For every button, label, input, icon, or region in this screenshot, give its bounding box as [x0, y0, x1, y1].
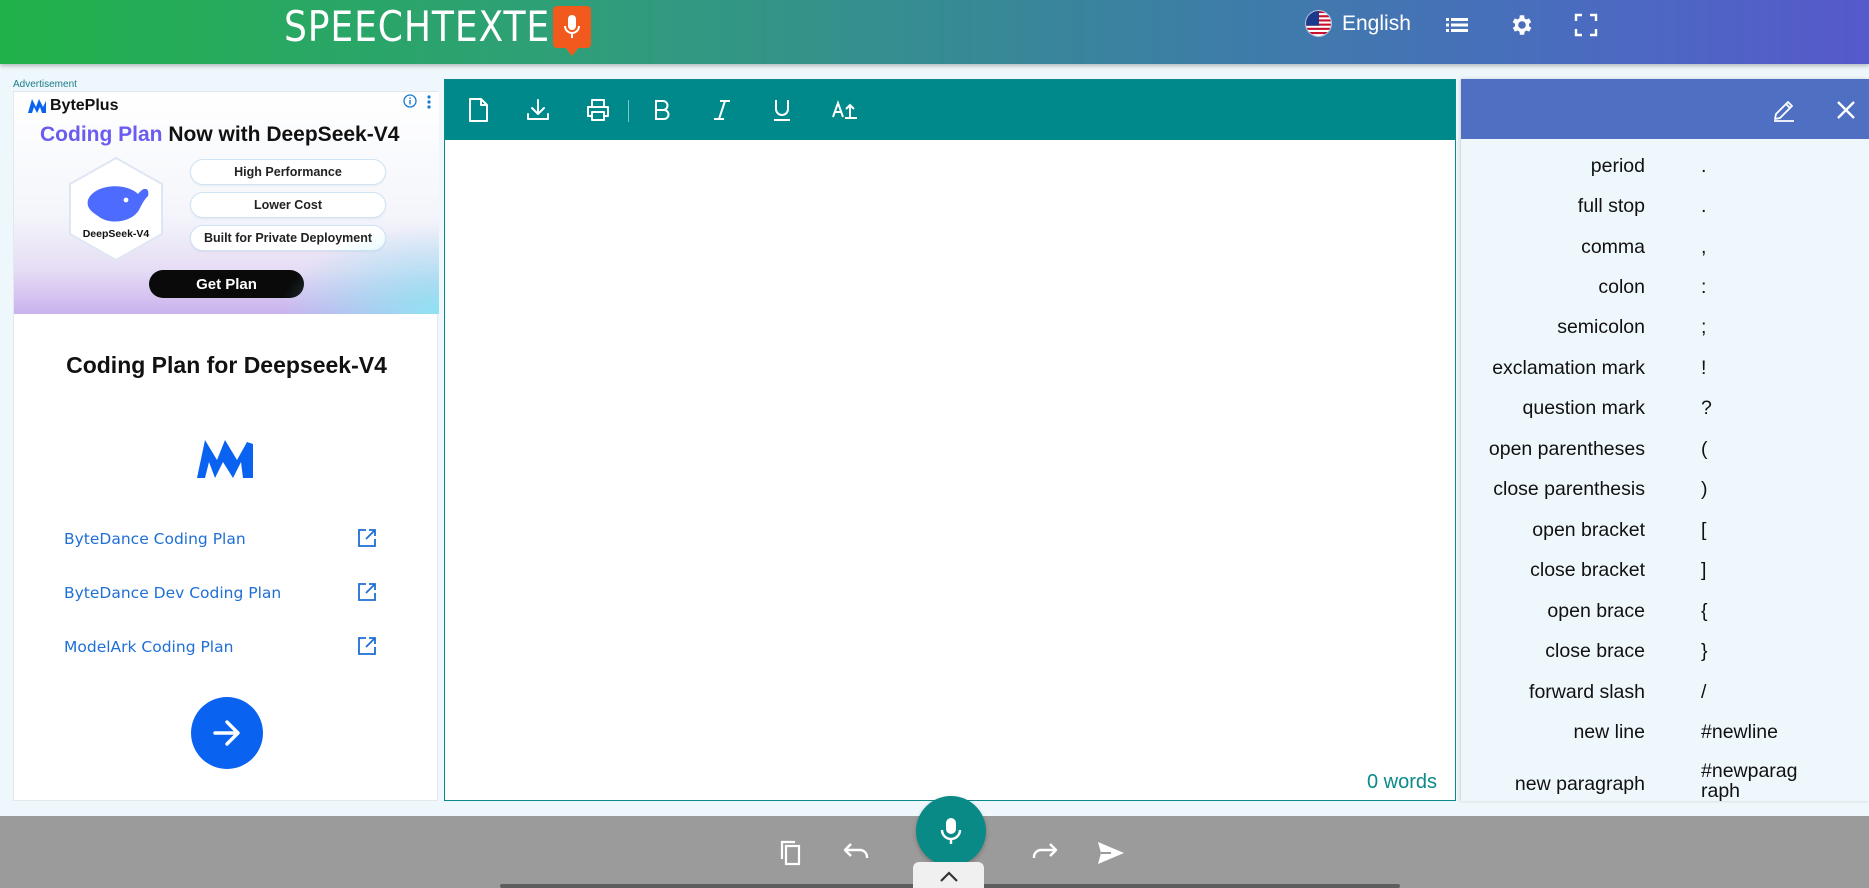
command-value: !: [1701, 357, 1707, 379]
undo-icon[interactable]: [841, 838, 871, 868]
command-name: open parentheses: [1488, 438, 1645, 460]
ad-headline-rest: Now with DeepSeek-V4: [168, 123, 400, 146]
logo-text: SPEECHTEXTER: [284, 2, 577, 51]
byteplus-logo: BytePlus: [28, 97, 118, 115]
command-name: comma: [1581, 236, 1645, 258]
italic-icon[interactable]: [709, 97, 735, 123]
command-name: period: [1590, 155, 1645, 177]
advertisement[interactable]: BytePlus Coding Plan Now with DeepSeek-V…: [13, 91, 439, 801]
command-value: #newline: [1701, 721, 1778, 743]
external-link-icon[interactable]: [357, 636, 377, 656]
command-name: question mark: [1522, 397, 1645, 419]
language-label: English: [1342, 11, 1411, 35]
byteplus-brand: BytePlus: [50, 97, 119, 114]
command-value: {: [1701, 600, 1708, 622]
ad-feature-pill: Lower Cost: [190, 192, 386, 218]
command-value: }: [1701, 640, 1708, 662]
external-link-icon[interactable]: [357, 528, 377, 548]
command-value: /: [1701, 681, 1707, 703]
chevron-up-icon: [938, 870, 960, 884]
send-icon[interactable]: [1096, 838, 1126, 868]
ad-link[interactable]: ByteDance Dev Coding Plan: [64, 584, 281, 602]
redo-icon[interactable]: [1030, 838, 1060, 868]
ad-headline-accent: Coding Plan: [40, 123, 163, 146]
command-name: open bracket: [1532, 519, 1645, 541]
byteplus-mark-icon: [197, 436, 253, 478]
ad-menu-icon[interactable]: [427, 95, 431, 109]
command-name: close brace: [1545, 640, 1645, 662]
text-case-icon[interactable]: [831, 97, 857, 123]
get-plan-button[interactable]: Get Plan: [149, 270, 304, 298]
ad-headline: Coding Plan Now with DeepSeek-V4: [40, 123, 399, 147]
command-name: close parenthesis: [1493, 478, 1645, 500]
command-value: #newparag raph: [1701, 760, 1798, 801]
command-value: .: [1701, 155, 1707, 177]
microphone-button[interactable]: [916, 796, 986, 866]
deepseek-model-label: DeepSeek-V4: [82, 228, 150, 240]
ad-link[interactable]: ModelArk Coding Plan: [64, 638, 233, 656]
voice-commands-panel: period . full stop . comma , colon : sem…: [1461, 79, 1869, 801]
command-value: ;: [1701, 316, 1707, 338]
command-name: open brace: [1547, 600, 1645, 622]
command-value: .: [1701, 195, 1707, 217]
close-icon[interactable]: [1833, 97, 1859, 123]
new-document-icon[interactable]: [465, 97, 491, 123]
command-name: exclamation mark: [1492, 357, 1645, 379]
ad-title: Coding Plan for Deepseek-V4: [66, 352, 387, 378]
ad-feature-pill: High Performance: [190, 159, 386, 185]
command-name: colon: [1598, 276, 1645, 298]
pencil-icon[interactable]: [1771, 97, 1797, 123]
deepseek-badge: DeepSeek-V4: [66, 156, 166, 262]
ad-link[interactable]: ByteDance Coding Plan: [64, 530, 246, 548]
command-value: ]: [1701, 559, 1707, 581]
app-logo[interactable]: SPEECHTEXTER: [284, 2, 591, 56]
logo-mic-icon: [553, 5, 591, 56]
command-value: ,: [1701, 236, 1707, 258]
ad-info-icon[interactable]: [403, 94, 417, 108]
command-name: semicolon: [1557, 316, 1645, 338]
underline-icon[interactable]: [769, 97, 795, 123]
us-flag-icon: [1305, 10, 1332, 37]
ad-feature-pill: Built for Private Deployment: [190, 225, 386, 251]
command-name: new paragraph: [1514, 773, 1645, 795]
copy-icon[interactable]: [776, 838, 806, 868]
editor-text-area[interactable]: [445, 140, 1455, 750]
fullscreen-icon[interactable]: [1573, 12, 1599, 38]
command-value: [: [1701, 519, 1707, 541]
command-value: ?: [1701, 397, 1712, 419]
ad-banner[interactable]: BytePlus Coding Plan Now with DeepSeek-V…: [14, 92, 439, 314]
command-name: close bracket: [1530, 559, 1645, 581]
command-name: forward slash: [1529, 681, 1645, 703]
language-selector[interactable]: English: [1305, 10, 1411, 37]
command-name: full stop: [1577, 195, 1645, 217]
ad-arrow-button[interactable]: [191, 697, 263, 769]
app-header: SPEECHTEXTER English: [0, 0, 1869, 64]
command-name: new line: [1573, 721, 1645, 743]
download-icon[interactable]: [525, 97, 551, 123]
editor-toolbar: [445, 80, 1455, 140]
print-icon[interactable]: [585, 97, 611, 123]
word-count: 0 words: [1366, 771, 1437, 793]
gear-icon[interactable]: [1509, 12, 1535, 38]
command-value: ): [1701, 478, 1708, 500]
list-icon[interactable]: [1444, 12, 1470, 38]
commands-panel-header: [1461, 79, 1869, 139]
command-value: (: [1701, 438, 1708, 460]
editor: 0 words: [444, 79, 1456, 801]
external-link-icon[interactable]: [357, 582, 377, 602]
toolbar-divider: [628, 100, 629, 122]
command-value: :: [1701, 276, 1707, 298]
ad-label: Advertisement: [13, 79, 77, 90]
bold-icon[interactable]: [649, 97, 675, 123]
expand-panel-button[interactable]: [913, 862, 984, 888]
